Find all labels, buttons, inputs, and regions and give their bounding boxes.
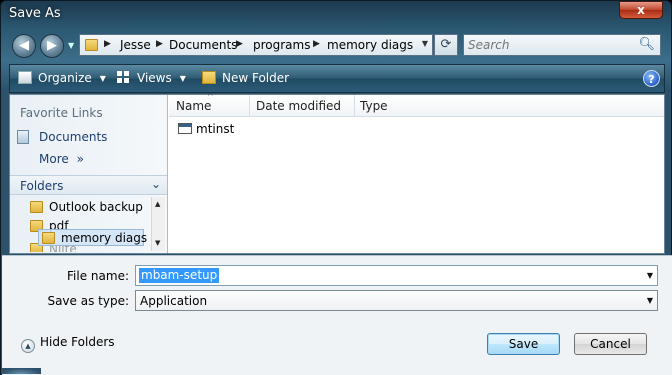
cancel-button[interactable]: Cancel <box>574 333 647 355</box>
tree-item-label: Outlook backup <box>49 200 143 214</box>
organize-icon <box>18 71 32 84</box>
search-input[interactable] <box>468 37 638 53</box>
documents-icon <box>17 130 29 144</box>
application-file-icon <box>178 123 192 134</box>
column-type[interactable]: Type <box>360 99 388 113</box>
save-as-dialog: Save As x ◀ ▶ ▼ ▶ Jesse ▶ Documents ▶ pr… <box>0 0 672 375</box>
breadcrumb-documents[interactable]: Documents <box>169 38 237 52</box>
folders-toggle[interactable]: Folders ⌄ <box>10 175 167 195</box>
chevron-down-icon: ⌄ <box>150 177 161 191</box>
file-name: mtinst <box>196 122 235 136</box>
folder-icon <box>42 232 55 244</box>
tree-item-outlook-backup[interactable]: Outlook backup <box>30 200 143 214</box>
dragged-folder-memory-diags[interactable]: memory diags <box>38 229 147 246</box>
file-name-label: File name: <box>67 269 129 283</box>
favorite-link-label: Documents <box>39 130 108 144</box>
save-as-type-dropdown-icon[interactable]: ▼ <box>647 296 653 305</box>
more-chevron-icon: » <box>76 152 84 166</box>
more-links[interactable]: More » <box>39 152 84 166</box>
search-box[interactable]: 🔍︎ <box>463 34 661 56</box>
chevron-up-icon: ▲ <box>21 339 35 353</box>
column-divider[interactable] <box>249 95 250 117</box>
folder-icon <box>30 201 43 213</box>
save-button[interactable]: Save <box>487 333 560 355</box>
refresh-button[interactable]: ⟳ <box>434 34 458 56</box>
breadcrumb-separator-icon[interactable]: ▶ <box>313 39 320 49</box>
tree-item-memory-diags: memory diags <box>42 231 147 245</box>
folder-icon <box>85 39 98 51</box>
favorite-link-documents[interactable]: Documents <box>17 130 107 144</box>
breadcrumb-memory-diags[interactable]: memory diags <box>327 38 413 52</box>
file-item-mtinst[interactable]: mtinst <box>178 122 234 136</box>
scroll-down-icon[interactable]: ▼ <box>155 239 160 247</box>
column-divider[interactable] <box>354 95 355 117</box>
forward-button[interactable]: ▶ <box>40 34 64 58</box>
file-list-header: Name ^ Date modified Type <box>169 92 664 117</box>
new-folder-label: New Folder <box>222 71 290 85</box>
address-bar[interactable]: ▶ Jesse ▶ Documents ▶ programs ▶ memory … <box>79 34 433 56</box>
search-icon[interactable]: 🔍︎ <box>638 37 655 52</box>
sort-ascending-icon: ^ <box>207 92 214 101</box>
views-icon <box>117 71 131 84</box>
folders-label: Folders <box>20 179 64 193</box>
save-as-type-select[interactable]: Application ▼ <box>135 290 658 311</box>
close-button[interactable]: x <box>619 1 663 19</box>
views-button[interactable]: Views ▼ <box>117 71 186 85</box>
breadcrumb-separator-icon[interactable]: ▶ <box>236 39 243 49</box>
breadcrumb-separator-icon[interactable]: ▶ <box>104 39 111 49</box>
views-label: Views <box>137 71 172 85</box>
browser-area: Favorite Links Documents More » Folders … <box>9 92 665 254</box>
file-name-field[interactable]: mbam-setup ▼ <box>135 265 658 286</box>
window-title: Save As <box>9 6 61 21</box>
breadcrumb-jesse[interactable]: Jesse <box>120 38 151 52</box>
save-as-type-value: Application <box>140 294 208 308</box>
help-icon[interactable]: ? <box>643 70 660 87</box>
column-name[interactable]: Name <box>176 99 211 113</box>
hide-folders-button[interactable]: ▲ Hide Folders <box>21 335 115 353</box>
column-date-modified[interactable]: Date modified <box>256 99 341 113</box>
breadcrumb-programs[interactable]: programs <box>253 38 310 52</box>
organize-button[interactable]: Organize ▼ <box>18 71 106 85</box>
navigation-pane: Favorite Links Documents More » Folders … <box>10 95 168 253</box>
folder-tree-scrollbar[interactable]: ▲ ▼ <box>151 197 165 251</box>
hide-folders-label: Hide Folders <box>40 335 115 349</box>
file-name-value[interactable]: mbam-setup <box>139 268 220 283</box>
organize-label: Organize <box>38 71 92 85</box>
save-options-panel: File name: mbam-setup ▼ Save as type: Ap… <box>2 255 672 375</box>
command-toolbar: Organize ▼ Views ▼ New Folder ? <box>9 64 665 93</box>
more-label: More <box>39 152 69 166</box>
file-name-dropdown-icon[interactable]: ▼ <box>647 271 653 280</box>
favorite-links-heading: Favorite Links <box>20 106 103 120</box>
views-dropdown-icon[interactable]: ▼ <box>180 74 186 83</box>
new-folder-button[interactable]: New Folder <box>202 71 289 85</box>
scroll-up-icon[interactable]: ▲ <box>155 200 160 208</box>
breadcrumb-separator-icon[interactable]: ▶ <box>156 39 163 49</box>
tree-item-label: memory diags <box>61 231 148 245</box>
back-button[interactable]: ◀ <box>12 34 36 58</box>
recent-pages-dropdown-icon[interactable]: ▼ <box>68 41 74 50</box>
new-folder-icon <box>202 71 216 84</box>
address-dropdown-icon[interactable]: ▼ <box>422 39 428 48</box>
organize-dropdown-icon: ▼ <box>99 74 106 83</box>
window-corner-decoration <box>1 368 41 374</box>
save-as-type-label: Save as type: <box>47 294 129 308</box>
